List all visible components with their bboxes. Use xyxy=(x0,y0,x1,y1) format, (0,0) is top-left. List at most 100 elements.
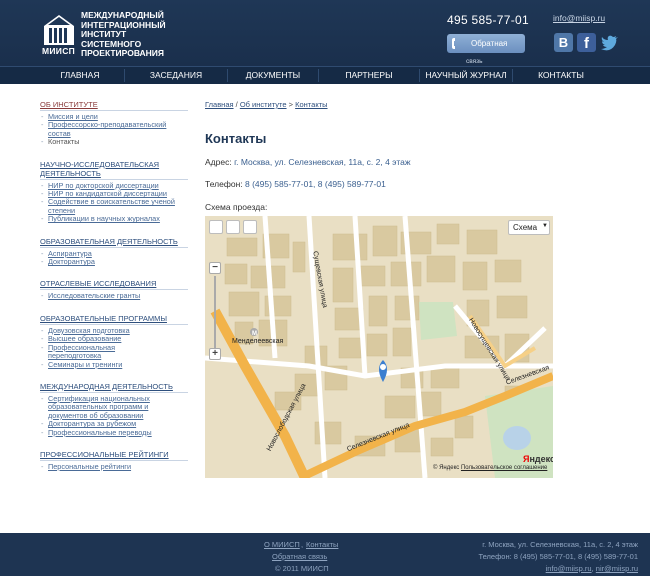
phone-handset-icon xyxy=(452,38,455,49)
footer-address: г. Москва, ул. Селезневская, 11а, с. 2, … xyxy=(482,540,638,549)
chevron-down-icon: ▼ xyxy=(542,223,548,229)
site-footer: О МИИСП , Контакты Обратная связь © 2011… xyxy=(0,533,650,576)
divider xyxy=(40,178,188,180)
sidebar-item-label: Сертификация национальных образовательны… xyxy=(48,393,150,420)
sidebar-item[interactable]: Персональные рейтинги xyxy=(40,462,190,472)
sidebar-section-education[interactable]: ОБРАЗОВАТЕЛЬНАЯ ДЕЯТЕЛЬНОСТЬ xyxy=(40,237,190,246)
breadcrumb-separator: / xyxy=(235,100,238,109)
header-email-link[interactable]: info@miisp.ru xyxy=(553,13,605,23)
footer-phone: Телефон: 8 (495) 585-77-01, 8 (495) 589-… xyxy=(478,552,638,561)
sidebar-item-label: Профессиональные переводы xyxy=(48,427,152,437)
footer-email-separator: , xyxy=(591,564,594,573)
sidebar-item[interactable]: Профессиональные переводы xyxy=(40,427,190,438)
footer-separator: , xyxy=(301,540,304,549)
address-label: Адрес: xyxy=(205,157,232,167)
callback-label: Обратная xyxy=(471,39,508,48)
divider xyxy=(40,289,188,291)
breadcrumb-home[interactable]: Главная xyxy=(205,100,234,109)
sidebar-item[interactable]: Сертификация национальных образовательны… xyxy=(40,393,180,420)
metro-label: Менделеевская xyxy=(232,338,284,345)
nav-item-partners[interactable]: ПАРТНЕРЫ xyxy=(319,67,419,84)
magnifier-icon[interactable] xyxy=(226,220,240,234)
zoom-slider[interactable]: − + xyxy=(209,262,223,362)
zoom-in-icon[interactable]: + xyxy=(209,348,221,360)
sidebar-item[interactable]: Профессиональная переподготовка xyxy=(40,342,132,361)
breadcrumb-section[interactable]: Об институте xyxy=(240,100,287,109)
sidebar-section-international[interactable]: МЕЖДУНАРОДНАЯ ДЕЯТЕЛЬНОСТЬ xyxy=(40,382,190,391)
site-header: МИИСП МЕЖДУНАРОДНЫЙ ИНТЕГРАЦИОННЫЙ ИНСТИ… xyxy=(0,0,650,66)
sidebar-item[interactable]: Докторантура xyxy=(40,257,190,267)
page-title: Контакты xyxy=(205,131,267,146)
address-value: г. Москва, ул. Селезневская, 11а, с. 2, … xyxy=(234,157,411,167)
address-line: Адрес: г. Москва, ул. Селезневская, 11а,… xyxy=(205,157,411,167)
footer-emails: info@miisp.ru, nir@miisp.ru xyxy=(546,564,638,573)
main-navigation: ГЛАВНАЯ ЗАСЕДАНИЯ ДОКУМЕНТЫ ПАРТНЕРЫ НАУ… xyxy=(0,66,650,84)
logo-title[interactable]: МЕЖДУНАРОДНЫЙ ИНТЕГРАЦИОННЫЙ ИНСТИТУТ СИ… xyxy=(81,10,201,59)
sidebar-item[interactable]: Публикации в научных журналах xyxy=(40,215,190,225)
divider xyxy=(40,391,188,393)
map-copyright: © Яндекс Пользовательское соглашение xyxy=(433,465,547,471)
map-view-select[interactable]: Схема ▼ xyxy=(508,220,550,235)
zoom-track-line xyxy=(214,276,216,350)
twitter-icon[interactable] xyxy=(600,33,620,52)
svg-text:M: M xyxy=(252,331,257,337)
nav-item-documents[interactable]: ДОКУМЕНТЫ xyxy=(228,67,318,84)
nav-item-sessions[interactable]: ЗАСЕДАНИЯ xyxy=(125,67,227,84)
vkontakte-icon[interactable]: B xyxy=(554,33,573,52)
location-map[interactable]: M Менделеевская Новослободская улица Сел… xyxy=(205,216,553,478)
sidebar-item[interactable]: Содействие в соискательстве ученой степе… xyxy=(40,198,190,215)
breadcrumb-arrow: > xyxy=(288,100,294,109)
nav-item-contacts[interactable]: КОНТАКТЫ xyxy=(513,67,609,84)
divider xyxy=(40,246,188,248)
logo-icon[interactable] xyxy=(42,12,76,46)
sidebar-item-label: Содействие в соискательстве ученой степе… xyxy=(48,197,175,215)
sidebar-section-about[interactable]: ОБ ИНСТИТУТЕ xyxy=(40,100,190,109)
breadcrumb-current[interactable]: Контакты xyxy=(295,100,327,109)
zoom-out-icon[interactable]: − xyxy=(209,262,221,274)
map-view-label: Схема xyxy=(513,223,538,232)
hand-tool-icon[interactable] xyxy=(209,220,223,234)
phone-value: 8 (495) 585-77-01, 8 (495) 589-77-01 xyxy=(245,179,386,189)
sidebar-section-ratings[interactable]: ПРОФЕССИОНАЛЬНЫЕ РЕЙТИНГИ xyxy=(40,450,190,459)
sidebar-section-research[interactable]: НАУЧНО-ИССЛЕДОВАТЕЛЬСКАЯ ДЕЯТЕЛЬНОСТЬ xyxy=(40,160,190,178)
sidebar-item-label: Контакты xyxy=(48,137,80,147)
sidebar-item[interactable]: Профессорско-преподавательский состав xyxy=(40,121,190,138)
sidebar-item-current[interactable]: Контакты xyxy=(40,137,190,148)
footer-email-link[interactable]: nir@miisp.ru xyxy=(596,564,638,573)
footer-contacts-link[interactable]: Контакты xyxy=(306,540,338,549)
footer-about-link[interactable]: О МИИСП xyxy=(264,540,300,549)
footer-copyright: © 2011 МИИСП xyxy=(275,564,329,573)
yandex-logo: Яндекс xyxy=(523,454,553,464)
logo-abbreviation[interactable]: МИИСП xyxy=(42,46,75,56)
callback-button[interactable]: Обратная xyxy=(447,34,525,53)
sidebar-item[interactable]: Семинары и тренинги xyxy=(40,359,190,370)
sidebar-item-label: Докторантура xyxy=(48,257,95,267)
divider xyxy=(40,323,188,325)
callback-sublabel: связь xyxy=(466,58,483,65)
header-phone: 495 585-77-01 xyxy=(447,13,529,27)
facebook-icon[interactable]: f xyxy=(577,33,596,52)
sidebar-item-label: Профессорско-преподавательский состав xyxy=(48,120,167,138)
phone-label: Телефон: xyxy=(205,179,243,189)
nav-item-home[interactable]: ГЛАВНАЯ xyxy=(36,67,124,84)
sidebar-section-programs[interactable]: ОБРАЗОВАТЕЛЬНЫЕ ПРОГРАММЫ xyxy=(40,314,190,323)
sidebar-item[interactable]: Исследовательские гранты xyxy=(40,291,190,302)
footer-email-link[interactable]: info@miisp.ru xyxy=(546,564,592,573)
sidebar-item-label: Семинары и тренинги xyxy=(48,359,123,369)
sidebar-item-label: Профессиональная переподготовка xyxy=(48,342,116,361)
sidebar: ОБ ИНСТИТУТЕ Миссия и цели Профессорско-… xyxy=(40,100,190,472)
location-marker-icon[interactable] xyxy=(379,360,387,382)
map-copyright-text: © Яндекс xyxy=(433,465,460,471)
logo-line: ПРОЕКТИРОВАНИЯ xyxy=(81,48,165,59)
sidebar-section-industry-research[interactable]: ОТРАСЛЕВЫЕ ИССЛЕДОВАНИЯ xyxy=(40,279,190,288)
scheme-label: Схема проезда: xyxy=(205,202,268,212)
ruler-icon[interactable] xyxy=(243,220,257,234)
map-terms-link[interactable]: Пользовательское соглашение xyxy=(461,465,547,471)
divider xyxy=(40,110,188,111)
footer-feedback-link[interactable]: Обратная связь xyxy=(272,552,327,561)
phone-line: Телефон: 8 (495) 585-77-01, 8 (495) 589-… xyxy=(205,179,386,189)
breadcrumb: Главная / Об институте > Контакты xyxy=(205,100,328,109)
nav-item-journal[interactable]: НАУЧНЫЙ ЖУРНАЛ xyxy=(420,67,512,84)
sidebar-item-label: Исследовательские гранты xyxy=(48,291,141,301)
divider xyxy=(40,459,188,461)
